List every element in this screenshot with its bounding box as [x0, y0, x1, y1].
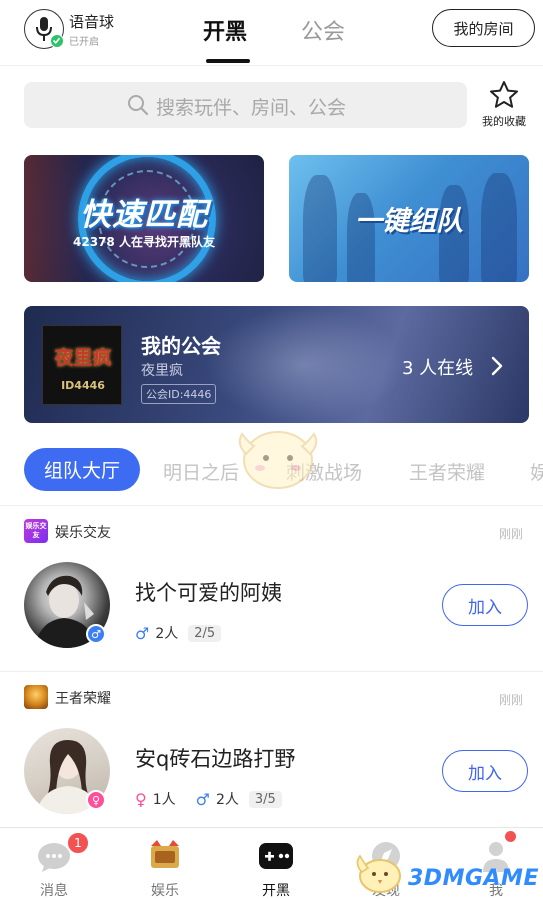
- nav-label: 消息: [40, 883, 68, 899]
- favorites-button[interactable]: 我的收藏: [478, 80, 530, 128]
- nav-item-entertainment[interactable]: 娱乐: [115, 828, 215, 899]
- category-tab-more[interactable]: 娱: [530, 458, 543, 485]
- female-icon: ♀: [86, 790, 106, 810]
- quick-match-subtitle: 42378 人在寻找开黑队友: [73, 235, 215, 249]
- room-members: ♂ 2人 2/5: [135, 623, 222, 643]
- guild-online-count: 3 人在线: [402, 358, 474, 379]
- guild-card-decoration: [204, 306, 404, 423]
- my-room-button[interactable]: 我的房间: [432, 9, 535, 47]
- room-capacity: 2/5: [188, 624, 222, 642]
- category-tab-mingri[interactable]: 明日之后: [163, 458, 239, 485]
- tab-kaihei[interactable]: 开黑: [203, 14, 247, 46]
- voice-ball-label: 语音球: [69, 13, 115, 31]
- active-tab-indicator: [206, 59, 250, 63]
- watermark-mascot-icon: [356, 854, 401, 893]
- entertainment-tag-icon: 娱乐交友: [24, 519, 48, 543]
- honor-of-kings-tag-icon: [24, 685, 48, 709]
- search-input[interactable]: 搜索玩伴、房间、公会: [24, 82, 467, 128]
- female-count: 1人: [152, 792, 176, 808]
- room-time: 刚刚: [499, 693, 524, 707]
- male-icon: ♂: [195, 789, 210, 809]
- male-icon: ♂: [86, 624, 106, 644]
- watermark-text: 3DMGAME: [408, 866, 539, 891]
- my-guild-card[interactable]: 夜里疯 ID4446 我的公会 夜里疯 公会ID:4446 3 人在线: [24, 306, 529, 423]
- guild-logo: 夜里疯 ID4446: [42, 325, 122, 405]
- team-up-title: 一键组队: [355, 206, 463, 237]
- guild-name: 夜里疯: [141, 363, 183, 379]
- female-icon: ♀: [135, 789, 147, 809]
- room-time: 刚刚: [499, 527, 524, 541]
- category-tab-wangzhe[interactable]: 王者荣耀: [409, 458, 485, 485]
- quick-match-banner[interactable]: 快速匹配 42378 人在寻找开黑队友: [24, 155, 264, 282]
- nav-label: 娱乐: [151, 883, 179, 899]
- guild-id-badge: 公会ID:4446: [141, 384, 217, 404]
- nav-item-messages[interactable]: 1 消息: [4, 828, 104, 899]
- room-item[interactable]: 娱乐交友 娱乐交友 刚刚 ♂ 找个可爱的阿姨 ♂ 2人 2/5 加入: [0, 507, 543, 667]
- guild-logo-text: 夜里疯: [54, 347, 112, 369]
- guild-logo-id: ID4446: [61, 379, 105, 392]
- category-tab-lobby[interactable]: 组队大厅: [24, 448, 140, 491]
- search-placeholder: 搜索玩伴、房间、公会: [156, 97, 347, 119]
- gamepad-icon: [259, 843, 293, 869]
- join-button[interactable]: 加入: [442, 750, 528, 792]
- male-count: 2人: [155, 626, 179, 642]
- voice-ball-status: 已开启: [69, 37, 99, 48]
- search-icon: [128, 95, 149, 116]
- join-button[interactable]: 加入: [442, 584, 528, 626]
- room-tag-label: 娱乐交友: [55, 525, 111, 541]
- room-title: 安q砖石边路打野: [135, 747, 296, 771]
- room-capacity: 3/5: [248, 790, 282, 808]
- chevron-right-icon: [491, 356, 503, 376]
- divider: [0, 505, 543, 506]
- unread-badge: 1: [67, 832, 89, 854]
- divider: [0, 671, 543, 672]
- room-members: ♀ 1人 ♂ 2人 3/5: [135, 789, 282, 809]
- nav-item-kaihei[interactable]: 开黑: [226, 828, 326, 899]
- quick-match-title: 快速匹配: [80, 197, 208, 233]
- nav-label: 开黑: [262, 883, 290, 899]
- guild-title: 我的公会: [141, 334, 221, 358]
- favorites-label: 我的收藏: [482, 115, 526, 128]
- tab-gonghui[interactable]: 公会: [301, 14, 345, 46]
- celebration-icon: [151, 840, 179, 868]
- voice-on-check-icon: [50, 34, 64, 48]
- star-icon: [490, 81, 518, 108]
- room-item[interactable]: 王者荣耀 刚刚 ♀ 安q砖石边路打野 ♀ 1人 ♂ 2人 3/5 加入: [0, 673, 543, 833]
- top-header: 语音球 已开启 开黑 公会 我的房间: [0, 0, 543, 66]
- room-tag-label: 王者荣耀: [55, 691, 111, 707]
- room-title: 找个可爱的阿姨: [135, 581, 282, 605]
- male-count: 2人: [215, 792, 239, 808]
- mascot-icon: [238, 431, 318, 489]
- team-up-banner[interactable]: 一键组队: [289, 155, 529, 282]
- entertainment-tag-icon-text: 娱乐交友: [25, 522, 47, 539]
- male-icon: ♂: [135, 623, 150, 643]
- profile-notification-dot: [505, 831, 516, 842]
